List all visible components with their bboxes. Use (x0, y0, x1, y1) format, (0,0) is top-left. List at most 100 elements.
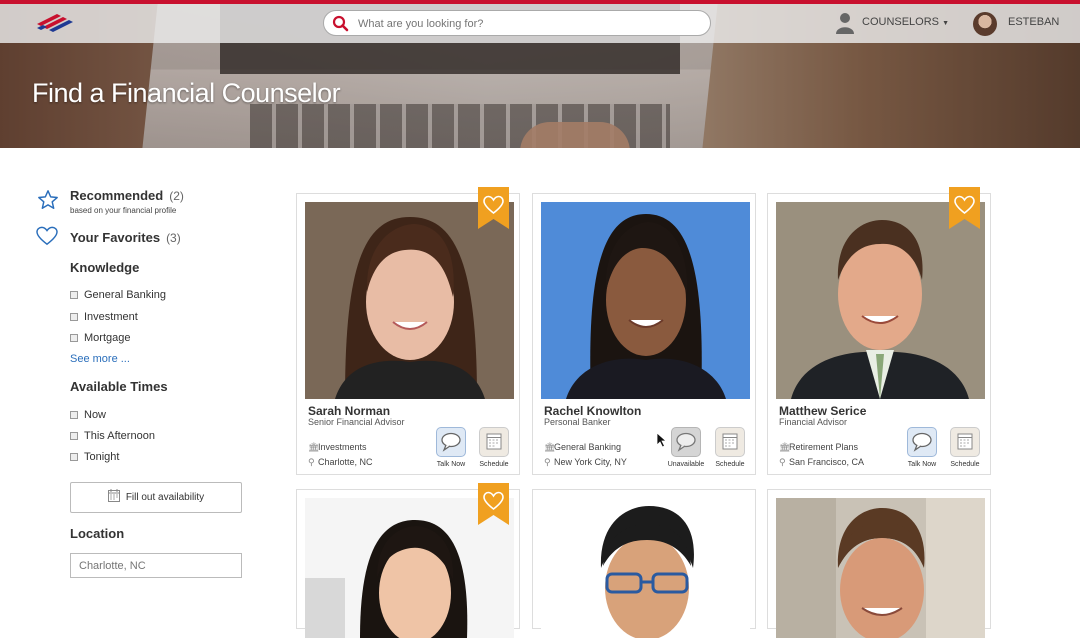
talk-now-button[interactable] (907, 427, 937, 457)
search-input[interactable] (358, 15, 698, 32)
location-heading: Location (70, 526, 125, 541)
bank-logo-icon[interactable] (33, 12, 77, 34)
checkbox-box[interactable] (70, 291, 78, 299)
recommended-label: Recommended (70, 188, 164, 203)
checkbox-mortgage[interactable]: Mortgage (70, 332, 130, 344)
recommended-count: (2) (169, 189, 184, 203)
checkbox-box[interactable] (70, 334, 78, 342)
checkbox-label: Now (84, 409, 107, 421)
schedule-label: Schedule (479, 461, 509, 468)
counselor-photo (305, 202, 514, 399)
checkbox-label: Mortgage (84, 332, 131, 344)
avatar[interactable] (973, 12, 997, 36)
counselor-photo (776, 498, 985, 638)
checkbox-label: This Afternoon (84, 430, 155, 442)
chat-bubble-icon (912, 432, 932, 452)
counselor-title: Personal Banker (544, 417, 611, 427)
checkbox-investment[interactable]: Investment (70, 311, 138, 323)
checkbox-box[interactable] (70, 432, 78, 440)
checkbox-label: Tonight (84, 451, 120, 463)
counselor-name[interactable]: Matthew Serice (779, 404, 866, 418)
calendar-icon (107, 489, 120, 502)
talk-now-button[interactable] (436, 427, 466, 457)
location-label: Charlotte, NC (318, 457, 373, 467)
top-navbar: COUNSELORS ▼ ESTEBAN (0, 4, 1080, 43)
heart-icon (36, 226, 58, 246)
counselors-label: COUNSELORS (862, 16, 940, 28)
schedule-label: Schedule (715, 461, 745, 468)
favorite-ribbon-icon[interactable] (478, 483, 509, 525)
counselor-card[interactable]: Matthew Serice Financial Advisor 🏛Retire… (767, 187, 991, 475)
counselor-name[interactable]: Sarah Norman (308, 404, 390, 418)
mouse-cursor-icon (656, 432, 668, 448)
checkbox-general-banking[interactable]: General Banking (70, 289, 166, 301)
counselor-specialty: 🏛General Banking (544, 442, 621, 453)
counselor-location: ⚲ Charlotte, NC (308, 457, 373, 468)
counselor-photo (541, 498, 750, 638)
schedule-label: Schedule (950, 461, 980, 468)
specialty-label: Investments (318, 442, 367, 452)
search-icon (332, 15, 349, 32)
knowledge-heading: Knowledge (70, 260, 140, 275)
location-input[interactable] (70, 553, 242, 578)
user-menu[interactable]: ESTEBAN (1008, 16, 1059, 28)
chat-bubble-icon (441, 432, 461, 452)
available-times-heading: Available Times (70, 379, 168, 394)
checkbox-label: General Banking (84, 289, 166, 301)
checkbox-box[interactable] (70, 411, 78, 419)
checkbox-box[interactable] (70, 453, 78, 461)
bank-building-icon: 🏛 (544, 442, 556, 452)
page-title: Find a Financial Counselor (32, 78, 341, 108)
counselor-photo (541, 202, 750, 399)
checkbox-label: Investment (84, 311, 138, 323)
counselor-name[interactable]: Rachel Knowlton (544, 404, 641, 418)
specialty-label: Retirement Plans (789, 442, 859, 452)
filter-favorites[interactable]: Your Favorites (3) (70, 230, 181, 245)
talk-unavailable-button[interactable] (671, 427, 701, 457)
counselor-card[interactable]: Sarah Norman Senior Financial Advisor 🏛I… (296, 187, 520, 475)
bank-building-icon: 🏛 (308, 442, 320, 452)
counselor-location: ⚲ San Francisco, CA (779, 457, 864, 468)
counselors-menu[interactable]: COUNSELORS ▼ (862, 16, 949, 28)
checkbox-this-afternoon[interactable]: This Afternoon (70, 430, 155, 442)
fill-out-availability-label: Fill out availability (125, 492, 205, 503)
counselor-card[interactable] (767, 489, 991, 638)
star-icon (38, 190, 58, 209)
calendar-icon (957, 433, 973, 450)
checkbox-tonight[interactable]: Tonight (70, 451, 119, 463)
calendar-icon (486, 433, 502, 450)
counselor-card[interactable] (296, 483, 520, 638)
schedule-button[interactable] (479, 427, 509, 457)
filter-sidebar: Recommended (2) based on your financial p… (0, 148, 280, 612)
chevron-down-icon: ▼ (942, 20, 950, 27)
location-pin-icon: ⚲ (308, 457, 315, 467)
checkbox-box[interactable] (70, 313, 78, 321)
see-more-link[interactable]: See more ... (70, 353, 130, 365)
counselor-title: Senior Financial Advisor (308, 417, 405, 427)
counselor-person-icon (836, 13, 854, 34)
favorite-ribbon-icon[interactable] (478, 187, 509, 229)
favorites-count: (3) (166, 231, 181, 245)
calendar-icon (722, 433, 738, 450)
counselor-title: Financial Advisor (779, 417, 848, 427)
counselor-specialty: 🏛Investments (308, 442, 367, 453)
schedule-button[interactable] (950, 427, 980, 457)
counselor-photo (776, 202, 985, 399)
checkbox-now[interactable]: Now (70, 409, 106, 421)
counselor-specialty: 🏛Retirement Plans (779, 442, 858, 453)
favorite-ribbon-icon[interactable] (949, 187, 980, 229)
counselor-card[interactable]: Rachel Knowlton Personal Banker 🏛General… (532, 193, 756, 475)
schedule-button[interactable] (715, 427, 745, 457)
unavailable-label: Unavailable (667, 461, 705, 468)
location-label: New York City, NY (554, 457, 627, 467)
filter-recommended[interactable]: Recommended (2) (70, 188, 184, 203)
chat-bubble-icon (676, 432, 696, 452)
counselor-location: ⚲ New York City, NY (544, 457, 627, 468)
search-bar[interactable] (323, 10, 711, 36)
bank-building-icon: 🏛 (779, 442, 791, 452)
counselor-card[interactable] (532, 489, 756, 638)
recommended-subtitle: based on your financial profile (70, 206, 177, 215)
favorites-label: Your Favorites (70, 230, 161, 245)
location-pin-icon: ⚲ (544, 457, 551, 467)
fill-out-availability-button[interactable]: Fill out availability (70, 482, 242, 513)
